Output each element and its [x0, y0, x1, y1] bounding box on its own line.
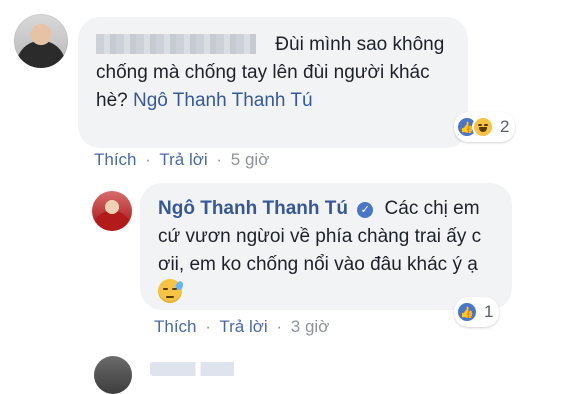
commenter-avatar[interactable] — [14, 14, 68, 68]
reply-author-avatar[interactable] — [92, 191, 132, 231]
reaction-count: 2 — [500, 117, 510, 136]
reactions-summary[interactable]: 👍 2 — [454, 112, 516, 142]
like-icon: 👍 — [456, 301, 478, 323]
next-commenter-avatar[interactable] — [94, 356, 132, 394]
comment-timestamp[interactable]: 5 giờ — [231, 150, 270, 169]
reply-text: Ngô Thanh Thanh Tú ✓ Các chị em cứ vươn … — [158, 195, 494, 307]
reply-author-name[interactable]: Ngô Thanh Thanh Tú — [158, 198, 348, 219]
reply-bubble: Ngô Thanh Thanh Tú ✓ Các chị em cứ vươn … — [140, 183, 512, 310]
separator-dot: · — [216, 150, 223, 169]
reply-timestamp[interactable]: 3 giờ — [291, 317, 330, 336]
reply-actions: Thích · Trả lời · 3 giờ — [154, 317, 329, 337]
reaction-count: 1 — [484, 302, 494, 321]
comment-text: Đùi mình sao không chống mà chống tay lê… — [96, 31, 450, 115]
like-button[interactable]: Thích — [154, 317, 197, 336]
separator-dot: · — [205, 317, 211, 336]
haha-icon — [472, 116, 494, 138]
redacted-username — [96, 34, 256, 54]
comment-bubble: Đùi mình sao không chống mà chống tay lê… — [78, 17, 468, 148]
separator-dot: · — [276, 317, 283, 336]
comment-actions: Thích · Trả lời · 5 giờ — [94, 150, 269, 170]
mention-link[interactable]: Ngô Thanh Thanh Tú — [133, 90, 313, 111]
separator-dot: · — [145, 150, 151, 169]
reply-button[interactable]: Trả lời — [159, 150, 207, 169]
reply-button[interactable]: Trả lời — [219, 317, 267, 336]
next-commenter-name-cropped[interactable] — [150, 362, 270, 376]
reactions-summary[interactable]: 👍 1 — [454, 297, 500, 327]
verified-badge-icon: ✓ — [357, 202, 374, 218]
like-button[interactable]: Thích — [94, 150, 137, 169]
sweat-smile-emoji-icon — [158, 279, 185, 303]
